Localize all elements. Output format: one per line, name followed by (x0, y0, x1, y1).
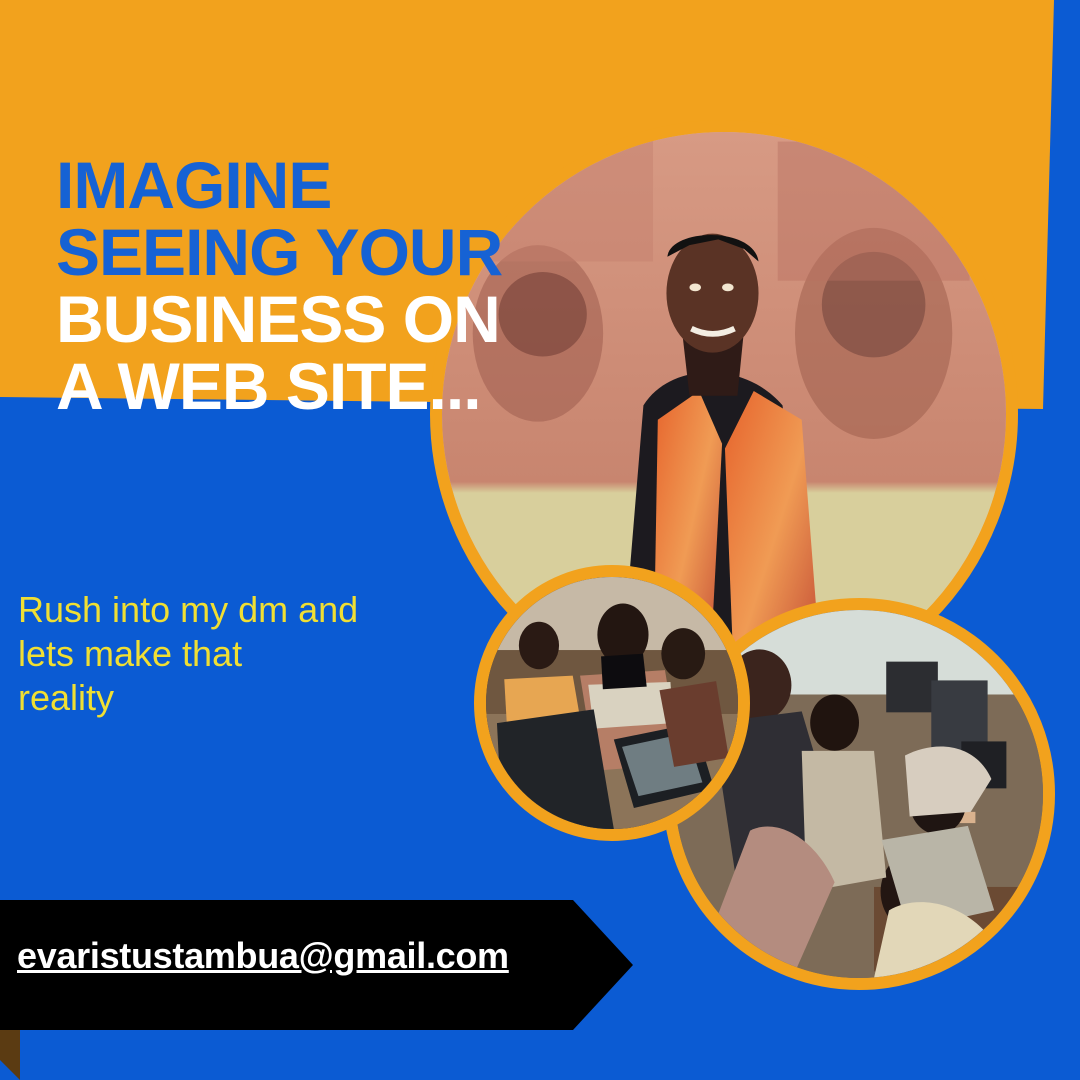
headline-line-1: IMAGINE (56, 148, 332, 222)
headline-line-3: BUSINESS ON (56, 282, 501, 356)
group-photo (474, 565, 750, 841)
headline-line-2: SEEING YOUR (56, 215, 503, 289)
headline-line-4: A WEB SITE... (56, 349, 482, 423)
corner-fold-decoration (0, 1030, 20, 1080)
call-to-action-text: Rush into my dm and lets make that reali… (18, 589, 359, 718)
poster-canvas: IMAGINE SEEING YOUR BUSINESS ON A WEB SI… (0, 0, 1080, 1080)
contact-email-link[interactable]: evaristustambua@gmail.com (17, 936, 509, 976)
headline: IMAGINE SEEING YOUR BUSINESS ON A WEB SI… (56, 148, 503, 423)
